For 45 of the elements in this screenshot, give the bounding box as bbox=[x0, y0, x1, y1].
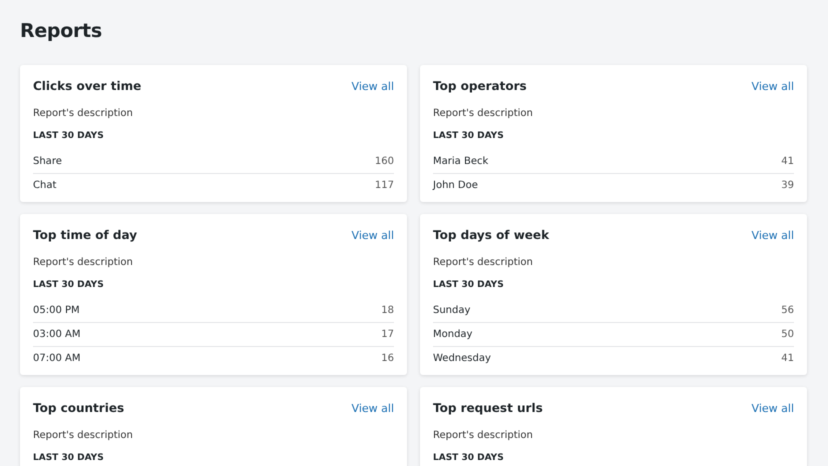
card-description: Report's description bbox=[433, 108, 534, 119]
row-value: 39 bbox=[781, 180, 794, 191]
row-value: 16 bbox=[381, 353, 394, 364]
row-value: 160 bbox=[374, 156, 394, 166]
card-title: Top request urls bbox=[433, 401, 543, 415]
period-label: LAST 30 DAYS bbox=[33, 280, 105, 291]
row-label: Maria Beck bbox=[433, 156, 488, 166]
period-label: LAST 30 DAYS bbox=[33, 131, 105, 142]
card-title: Top countries bbox=[33, 401, 124, 415]
row-label: 05:00 PM bbox=[33, 304, 80, 316]
row-value: 41 bbox=[781, 353, 794, 364]
view-all-link[interactable]: View all bbox=[352, 228, 394, 242]
row-value: 18 bbox=[381, 304, 394, 316]
view-all-link[interactable]: View all bbox=[752, 80, 794, 92]
card-title: Clicks over time bbox=[33, 79, 142, 93]
period-label: LAST 30 DAYS bbox=[33, 453, 105, 464]
card-description: Report's description bbox=[33, 257, 134, 268]
card-title: Top time of day bbox=[33, 228, 138, 242]
row-label: Share bbox=[33, 156, 62, 166]
view-all-link[interactable]: View all bbox=[352, 402, 394, 414]
card-description: Report's description bbox=[33, 108, 134, 119]
row-value: 56 bbox=[781, 304, 794, 316]
row-value: 41 bbox=[781, 156, 794, 166]
card-description: Report's description bbox=[433, 430, 534, 441]
view-all-link[interactable]: View all bbox=[352, 80, 394, 92]
row-label: Sunday bbox=[433, 304, 470, 316]
row-label: John Doe bbox=[433, 180, 478, 191]
row-label: Chat bbox=[33, 180, 56, 191]
view-all-link[interactable]: View all bbox=[752, 402, 794, 414]
row-label: Monday bbox=[433, 329, 472, 340]
view-all-link[interactable]: View all bbox=[752, 228, 794, 242]
row-value: 117 bbox=[374, 180, 394, 191]
row-label: Wednesday bbox=[433, 353, 491, 364]
period-label: LAST 30 DAYS bbox=[433, 131, 505, 142]
row-label: 03:00 AM bbox=[33, 329, 80, 340]
period-label: LAST 30 DAYS bbox=[433, 453, 505, 464]
card-title: Top days of week bbox=[433, 228, 550, 242]
row-label: 07:00 AM bbox=[33, 353, 80, 364]
period-label: LAST 30 DAYS bbox=[433, 280, 505, 291]
row-value: 17 bbox=[381, 329, 394, 340]
card-description: Report's description bbox=[433, 257, 534, 268]
card-title: Top operators bbox=[433, 79, 527, 93]
row-value: 50 bbox=[781, 329, 794, 340]
card-description: Report's description bbox=[33, 430, 134, 441]
page-title: Reports bbox=[20, 19, 103, 44]
